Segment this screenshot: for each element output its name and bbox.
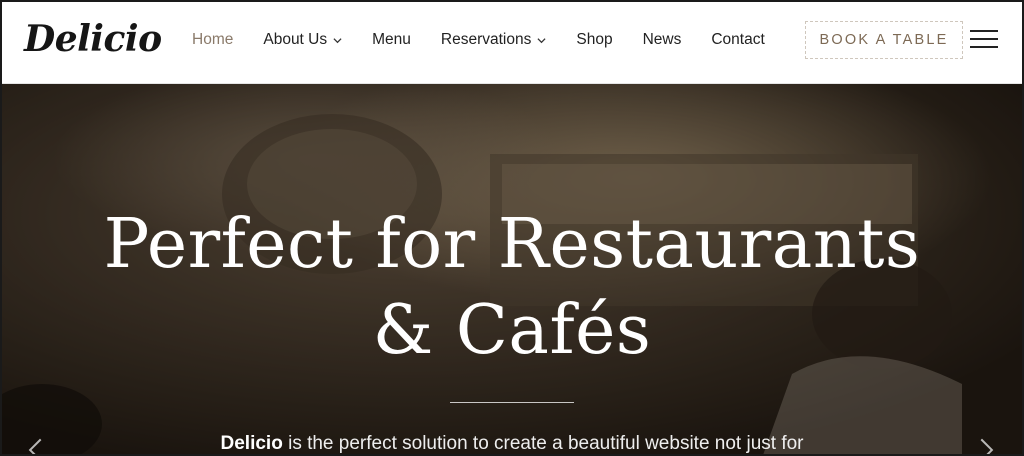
nav-label: Menu: [372, 31, 411, 48]
hero-title-line1: Perfect for Restaurants: [103, 205, 921, 284]
nav-item-shop[interactable]: Shop: [576, 31, 612, 49]
site-logo[interactable]: Delicio: [24, 18, 162, 60]
nav-item-home[interactable]: Home: [192, 31, 233, 49]
hero-section: Perfect for Restaurants & Cafés Delicio …: [2, 84, 1022, 454]
browser-frame: Delicio Home About Us Menu Reservations …: [0, 0, 1024, 456]
hamburger-icon[interactable]: [970, 30, 998, 50]
nav-label: Reservations: [440, 31, 532, 48]
chevron-down-icon: [333, 37, 342, 43]
hero-divider: [450, 402, 574, 403]
nav-item-reservations[interactable]: Reservations: [441, 31, 546, 49]
hero-subtitle-text: is the perfect solution to create a beau…: [282, 433, 804, 454]
nav-label: Contact: [711, 31, 765, 48]
nav-label: Home: [192, 31, 234, 48]
hero-subtitle-brand: Delicio: [220, 433, 283, 454]
site-header: Delicio Home About Us Menu Reservations …: [2, 2, 1022, 84]
nav-item-menu[interactable]: Menu: [372, 31, 411, 49]
nav-label: About Us: [263, 31, 328, 48]
nav-item-news[interactable]: News: [643, 31, 682, 49]
hero-title-line2: & Cafés: [372, 291, 652, 370]
nav-label: Shop: [576, 31, 613, 48]
chevron-down-icon: [537, 37, 546, 43]
nav-item-about-us[interactable]: About Us: [263, 31, 342, 49]
hero-title: Perfect for Restaurants & Cafés: [2, 202, 1022, 374]
hero-subtitle: Delicio is the perfect solution to creat…: [2, 433, 1022, 454]
main-nav: Home About Us Menu Reservations Shop New…: [192, 2, 795, 78]
nav-item-contact[interactable]: Contact: [711, 31, 764, 49]
book-a-table-button[interactable]: BOOK A TABLE: [805, 21, 963, 59]
nav-label: News: [642, 31, 682, 48]
